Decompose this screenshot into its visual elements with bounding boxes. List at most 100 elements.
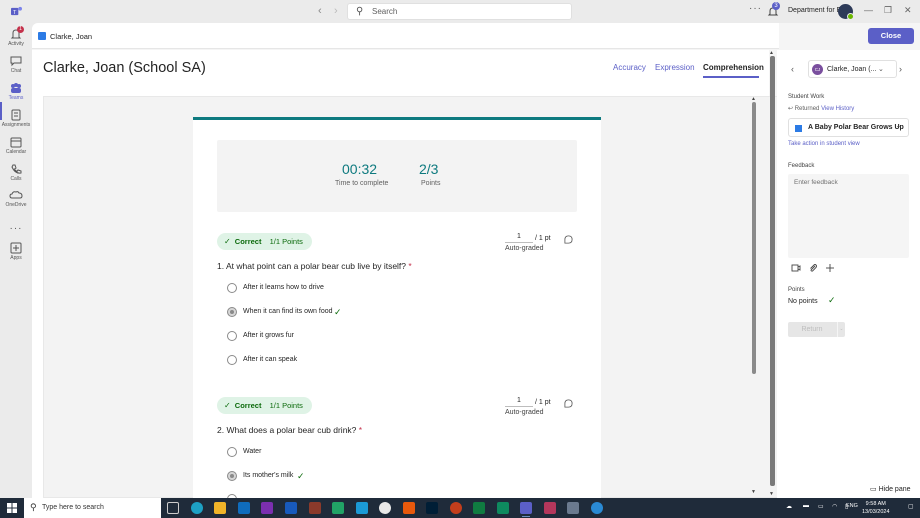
previous-student-icon[interactable]: ‹ [791,64,794,74]
return-arrow-icon: ↩ [788,106,794,112]
activity-badge: 1 [17,26,24,33]
rail-item-assignments[interactable]: Assignments [0,109,32,128]
excel-icon[interactable] [473,502,485,514]
add-icon[interactable] [825,263,835,273]
clock[interactable]: 9:58 AM 13/03/2024 [862,500,890,516]
app-icon[interactable] [332,502,344,514]
rail-item-activity[interactable]: 1 Activity [0,26,32,47]
scrollbar-thumb[interactable] [752,102,756,374]
cloud-tray-icon[interactable]: ☁ [786,503,792,510]
more-options-icon[interactable]: ··· [749,3,762,14]
notifications-button[interactable]: 3 [767,2,780,17]
rail-item-teams[interactable]: Teams [0,82,32,101]
tab-expression[interactable]: Expression [655,63,695,72]
rail-item-onedrive[interactable]: OneDrive [0,189,32,208]
rail-item-calendar[interactable]: Calendar [0,136,32,155]
language-indicator[interactable]: ENG [846,503,858,509]
teams-logo-icon: T [11,6,22,16]
tray-icon[interactable]: ▬ [803,503,809,509]
forward-arrow-icon[interactable]: › [334,5,338,17]
pane-scrollbar[interactable]: ▲ ▼ [769,50,776,498]
onenote-icon[interactable] [261,502,273,514]
comment-icon[interactable] [564,235,573,244]
app-icon[interactable] [567,502,579,514]
photoshop-icon[interactable] [426,502,438,514]
rail-item-more[interactable]: ··· [0,218,32,236]
summary-card: 00:32 Time to complete 2/3 Points [217,140,577,212]
rail-item-calls[interactable]: Calls [0,163,32,182]
wifi-icon[interactable]: ◠ [832,503,837,510]
video-icon[interactable] [791,263,801,273]
tab-comprehension[interactable]: Comprehension [703,63,764,72]
check-icon: ✓ [224,237,231,246]
score-input[interactable]: 1 [505,233,533,243]
next-student-icon[interactable]: › [899,64,902,74]
take-action-link[interactable]: Take action in student view [788,141,860,147]
score-input[interactable]: 1 [505,397,533,407]
scroll-down-icon[interactable]: ▼ [769,491,774,497]
teams-taskbar-icon[interactable] [520,502,532,517]
user-avatar[interactable] [838,4,854,20]
student-header: Clarke, Joan [32,23,779,49]
question-label: At what point can a polar bear cub live … [226,261,407,271]
status-label: Correct [234,401,262,410]
taskbar-search[interactable]: ⚲ Type here to search [24,498,161,518]
close-window-icon[interactable]: ✕ [904,5,912,16]
app-icon[interactable] [497,502,509,514]
task-view-icon[interactable] [167,502,179,514]
file-explorer-icon[interactable] [214,502,226,514]
feedback-input[interactable]: Enter feedback [788,174,909,258]
windows-start-icon[interactable] [7,503,17,513]
hide-pane-button[interactable]: ▭ Hide pane [870,485,911,493]
close-button[interactable]: Close [868,28,914,44]
back-arrow-icon[interactable]: ‹ [318,5,322,17]
comment-icon[interactable] [564,399,573,408]
scroll-down-icon[interactable]: ▼ [751,489,756,495]
maximize-icon[interactable]: ❐ [884,5,892,16]
radio-button-selected[interactable] [227,307,237,317]
check-icon[interactable]: ✓ [828,295,836,306]
attach-icon[interactable] [808,263,818,273]
radio-button[interactable] [227,447,237,457]
required-marker: * [358,425,363,435]
student-selector[interactable]: CJ Clarke, Joan (... ⌄ [808,60,897,78]
chrome-icon[interactable] [379,502,391,514]
form-scrollbar[interactable]: ▲ ▼ [751,96,757,496]
app-icon[interactable] [403,502,415,514]
edge-icon[interactable] [191,502,203,514]
outlook-icon[interactable] [238,502,250,514]
app-icon[interactable] [356,502,368,514]
student-file-icon [38,32,46,40]
phone-icon [11,164,22,174]
chevron-down-icon[interactable]: ⌄ [837,322,845,337]
radio-button[interactable] [227,331,237,341]
app-icon[interactable] [309,502,321,514]
max-points: / 1 pt [535,235,551,242]
tray-icon[interactable]: ▭ [818,503,824,510]
option-label: When it can find its own food [243,308,333,315]
radio-button-selected[interactable] [227,471,237,481]
work-attachment[interactable]: A Baby Polar Bear Grows Up ··· [788,118,909,137]
minimize-icon[interactable]: — [864,5,873,15]
rail-item-apps[interactable]: Apps [0,242,32,261]
correct-badge: ✓ Correct 1/1 Points [217,397,312,414]
rail-item-chat[interactable]: Chat [0,55,32,74]
powerpoint-icon[interactable] [450,502,462,514]
radio-button[interactable] [227,355,237,365]
tab-accuracy[interactable]: Accuracy [613,63,646,72]
search-input[interactable]: ⚲ Search [347,3,572,20]
view-history-link[interactable]: View History [821,106,854,112]
more-options-icon[interactable]: ··· [896,122,904,131]
rail-label: Calendar [5,149,27,155]
app-icon[interactable] [544,502,556,514]
app-rail: 1 Activity Chat Teams Assignments Calend… [0,23,32,498]
scrollbar-thumb[interactable] [770,56,775,486]
points-input[interactable]: No points [788,298,818,305]
return-button[interactable]: Return ⌄ [788,322,845,337]
search-icon: ⚲ [356,6,364,17]
notification-center-icon[interactable]: ▢ [908,503,914,510]
assignments-icon [11,109,21,121]
word-icon[interactable] [285,502,297,514]
radio-button[interactable] [227,283,237,293]
app-icon[interactable] [591,502,603,514]
